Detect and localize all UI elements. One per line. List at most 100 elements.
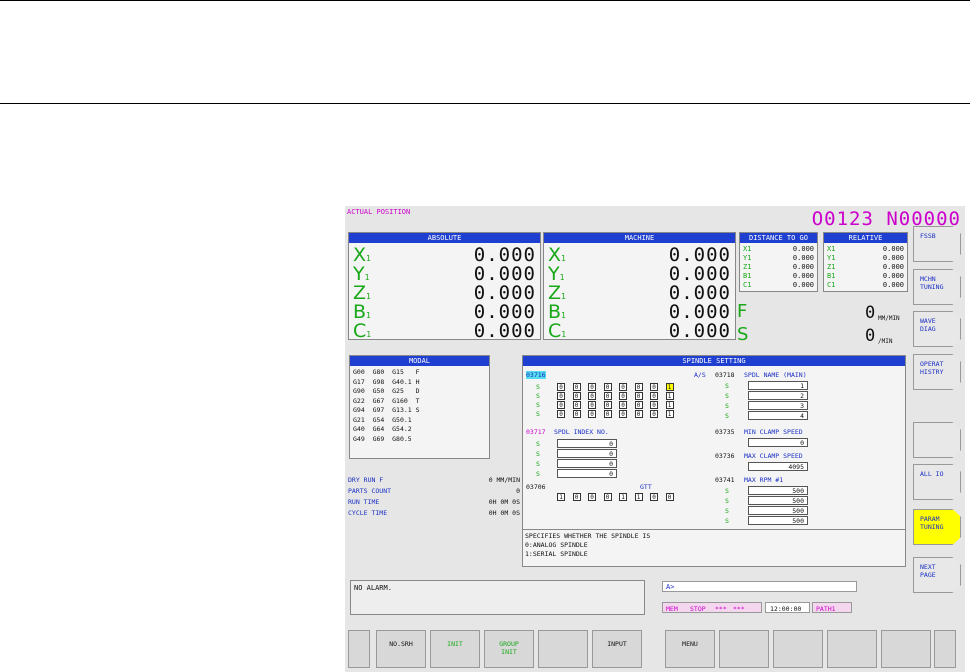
side-key[interactable]: NEXT PAGE: [913, 557, 961, 593]
spindle-name-field[interactable]: 4: [748, 411, 808, 420]
s-label: S: [536, 392, 540, 400]
bit-cell[interactable]: 0: [588, 493, 596, 501]
bit-cell[interactable]: 0: [619, 401, 627, 409]
bit-cell[interactable]: 0: [572, 383, 581, 391]
soft-key-return[interactable]: [348, 630, 370, 668]
bit-cell[interactable]: 0: [572, 410, 581, 418]
axis-name: X1: [743, 245, 752, 253]
bit-cell[interactable]: 0: [650, 493, 658, 501]
soft-key[interactable]: [827, 630, 877, 668]
bit-cell[interactable]: 0: [619, 410, 627, 418]
bit-cell[interactable]: 0: [650, 383, 658, 391]
distance-row: Z1 0.000: [743, 263, 814, 271]
bit-cell[interactable]: 0: [634, 392, 643, 400]
param-3717-number: 03717: [526, 428, 546, 436]
mode-indicator: MEM: [666, 605, 678, 613]
soft-key[interactable]: [719, 630, 769, 668]
bit-cell[interactable]: 0: [588, 401, 596, 409]
max-rpm-field[interactable]: 500: [748, 496, 808, 505]
bit-cell[interactable]: 0: [603, 401, 612, 409]
bit-cell[interactable]: 1: [665, 383, 674, 391]
bit-cell[interactable]: 0: [572, 401, 581, 409]
bit-cell[interactable]: 0: [572, 392, 581, 400]
axis-subscript: 1: [366, 292, 371, 301]
axis-name: Y1: [743, 254, 752, 262]
soft-key[interactable]: [881, 630, 931, 668]
modal-panel: MODAL G00 G80 G15 F G17 G98 G40.1 H G90 G5…: [349, 355, 490, 459]
axis-name: C: [548, 320, 562, 342]
axis-label: Z1: [353, 283, 371, 303]
axis-value: 0.000: [792, 263, 814, 271]
bit-cell[interactable]: 0: [634, 383, 643, 391]
bit-cell[interactable]: 0: [588, 410, 596, 418]
spindle-name-field[interactable]: 2: [748, 391, 808, 400]
max-rpm-field[interactable]: 500: [748, 516, 808, 525]
soft-key[interactable]: INIT: [430, 630, 480, 668]
index-field[interactable]: 0: [557, 459, 617, 468]
side-key[interactable]: [913, 422, 961, 458]
spindle-name-field[interactable]: 3: [748, 401, 808, 410]
max-clamp-field[interactable]: 4095: [748, 462, 808, 471]
clock-box: 12:00:00: [765, 602, 810, 613]
soft-key[interactable]: [538, 630, 588, 668]
input-line[interactable]: A>: [662, 581, 857, 592]
screen-title: ACTUAL POSITION: [347, 208, 411, 216]
s-label: S: [536, 401, 540, 409]
bit-cell[interactable]: 0: [588, 383, 596, 391]
axis-value: 0.000: [668, 320, 731, 342]
bit-cell[interactable]: 0: [603, 383, 612, 391]
bit-cell[interactable]: 1: [665, 401, 674, 409]
bit-cell[interactable]: 0: [557, 383, 565, 391]
max-rpm-field[interactable]: 500: [748, 486, 808, 495]
bit-cell[interactable]: 0: [603, 493, 612, 501]
soft-key-continue[interactable]: [934, 630, 956, 668]
relative-row: X1 0.000: [827, 245, 904, 253]
bit-cell[interactable]: 0: [588, 392, 596, 400]
max-rpm-field[interactable]: 500: [748, 506, 808, 515]
axis-value: 0.000: [473, 301, 536, 323]
bit-cell[interactable]: 0: [557, 392, 565, 400]
spindle-name-field[interactable]: 1: [748, 381, 808, 390]
bit-cell[interactable]: 0: [650, 410, 658, 418]
bit-cell[interactable]: 1: [634, 493, 643, 501]
bit-cell[interactable]: 1: [665, 410, 674, 418]
bit-cell[interactable]: 1: [665, 392, 674, 400]
side-key[interactable]: ALL IO: [913, 464, 961, 500]
soft-key[interactable]: MENU: [665, 630, 715, 668]
soft-key-label: MENU: [682, 640, 698, 648]
side-key[interactable]: FSSB: [913, 226, 961, 262]
bit-cell[interactable]: 0: [619, 383, 627, 391]
bit-cell[interactable]: 0: [665, 493, 674, 501]
index-field[interactable]: 0: [557, 469, 617, 478]
bit-cell[interactable]: 0: [634, 410, 643, 418]
distance-header: DISTANCE TO GO: [740, 233, 817, 243]
bit-cell[interactable]: 1: [619, 493, 627, 501]
side-key[interactable]: OPERAT HISTRY: [913, 354, 961, 390]
soft-key[interactable]: INPUT: [592, 630, 642, 668]
bit-cell[interactable]: 0: [572, 493, 581, 501]
axis-label: C1: [353, 321, 371, 341]
side-key[interactable]: WAVE DIAG: [913, 311, 961, 347]
min-clamp-field[interactable]: 0: [748, 438, 808, 447]
bit-cell[interactable]: 0: [557, 410, 565, 418]
bit-cell[interactable]: 0: [619, 392, 627, 400]
bit-cell[interactable]: 0: [650, 401, 658, 409]
side-key[interactable]: MCHN TUNING: [913, 269, 961, 305]
bit-cell[interactable]: 0: [650, 392, 658, 400]
soft-key[interactable]: GROUP INIT: [484, 630, 534, 668]
axis-value: 0.000: [792, 272, 814, 280]
absolute-row: Y1 0.000: [353, 264, 536, 284]
bit-cell[interactable]: 1: [557, 493, 565, 501]
side-key[interactable]: PARAM TUNING: [913, 509, 961, 545]
absolute-panel: ABSOLUTE X1 0.000 Y1 0.000 Z1 0.000 B1 0.000 C1 0…: [348, 232, 541, 341]
soft-key[interactable]: [773, 630, 823, 668]
bit-cell[interactable]: 0: [634, 401, 643, 409]
index-field[interactable]: 0: [557, 449, 617, 458]
index-field[interactable]: 0: [557, 439, 617, 448]
machine-panel: MACHINE X1 0.000 Y1 0.000 Z1 0.000 B1 0.000 C1 0.…: [543, 232, 736, 342]
side-key-label: PARAM TUNING: [920, 515, 944, 531]
bit-cell[interactable]: 0: [557, 401, 565, 409]
soft-key[interactable]: NO.SRH: [376, 630, 426, 668]
bit-cell[interactable]: 0: [603, 392, 612, 400]
bit-cell[interactable]: 0: [603, 410, 612, 418]
